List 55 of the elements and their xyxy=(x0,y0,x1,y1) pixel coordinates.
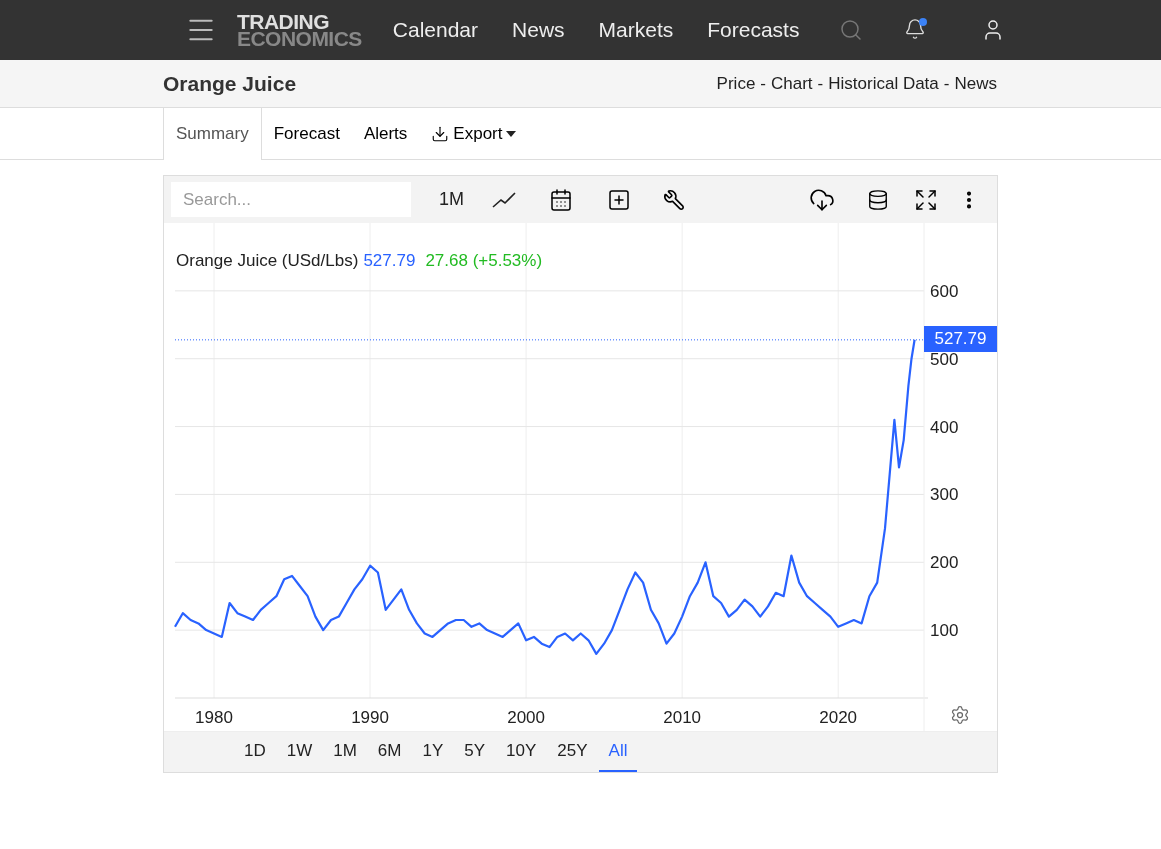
range-button[interactable]: 6M xyxy=(367,732,412,772)
add-square-icon[interactable] xyxy=(607,187,631,212)
separator: - xyxy=(816,72,825,95)
y-axis-label: 200 xyxy=(930,553,959,573)
range-button[interactable]: 25Y xyxy=(547,732,598,772)
x-axis-label: 1990 xyxy=(351,708,389,727)
logo[interactable]: TRADING ECONOMICS xyxy=(237,13,362,47)
range-button[interactable]: 1Y xyxy=(412,732,454,772)
tab[interactable]: Alerts xyxy=(351,108,420,159)
page-link[interactable]: Price xyxy=(716,70,756,97)
x-axis-label: 2000 xyxy=(507,708,545,727)
page-link[interactable]: News xyxy=(954,70,997,97)
x-axis-label: 1980 xyxy=(195,708,233,727)
nav-link[interactable]: Markets xyxy=(598,14,674,46)
download-icon xyxy=(431,124,450,143)
nav-link[interactable]: Forecasts xyxy=(707,14,800,46)
y-axis-label: 400 xyxy=(930,417,959,437)
nav-link[interactable]: Calendar xyxy=(392,14,479,46)
y-axis-label: 500 xyxy=(930,349,959,369)
range-button[interactable]: All xyxy=(598,732,638,772)
search-icon[interactable] xyxy=(839,18,864,42)
legend-price: 527.79 xyxy=(363,250,416,272)
y-axis-label: 600 xyxy=(930,281,959,301)
search-field[interactable]: Search... xyxy=(171,182,411,217)
range-button[interactable]: 1W xyxy=(276,732,323,772)
range-button[interactable]: 1D xyxy=(234,732,276,772)
line-chart-icon[interactable] xyxy=(492,189,516,210)
range-button[interactable]: 5Y xyxy=(454,732,496,772)
database-icon[interactable] xyxy=(867,188,889,211)
tab[interactable]: Summary xyxy=(163,108,262,160)
separator: - xyxy=(759,72,767,95)
cloud-download-icon[interactable] xyxy=(809,186,835,213)
expand-icon[interactable] xyxy=(914,187,938,212)
x-axis-label: 2010 xyxy=(663,708,702,727)
range-button[interactable]: 1M xyxy=(323,732,367,772)
x-axis-label: 2020 xyxy=(819,708,858,727)
page-link[interactable]: Historical Data xyxy=(828,70,939,97)
tab[interactable]: Forecast xyxy=(261,108,352,159)
price-badge: 527.79 xyxy=(924,325,997,352)
range-button[interactable]: 10Y xyxy=(496,732,547,772)
notification-bell-icon[interactable] xyxy=(904,18,929,42)
period-button[interactable]: 1M xyxy=(439,186,464,213)
nav-link[interactable]: News xyxy=(512,14,565,46)
legend-change: 27.68 (+5.53%) xyxy=(425,250,543,272)
page-title: Orange Juice xyxy=(163,70,297,97)
export-dropdown[interactable]: Export xyxy=(419,108,529,159)
legend-label: Orange Juice (USd/Lbs) xyxy=(176,250,359,272)
wrench-icon[interactable] xyxy=(663,188,685,211)
separator: - xyxy=(942,72,951,95)
y-axis-label: 100 xyxy=(930,621,959,641)
caret-icon xyxy=(506,130,517,137)
calendar-icon[interactable] xyxy=(549,187,573,212)
settings-icon[interactable] xyxy=(950,705,970,725)
page-link[interactable]: Chart xyxy=(771,70,813,97)
y-axis-label: 300 xyxy=(930,485,959,505)
